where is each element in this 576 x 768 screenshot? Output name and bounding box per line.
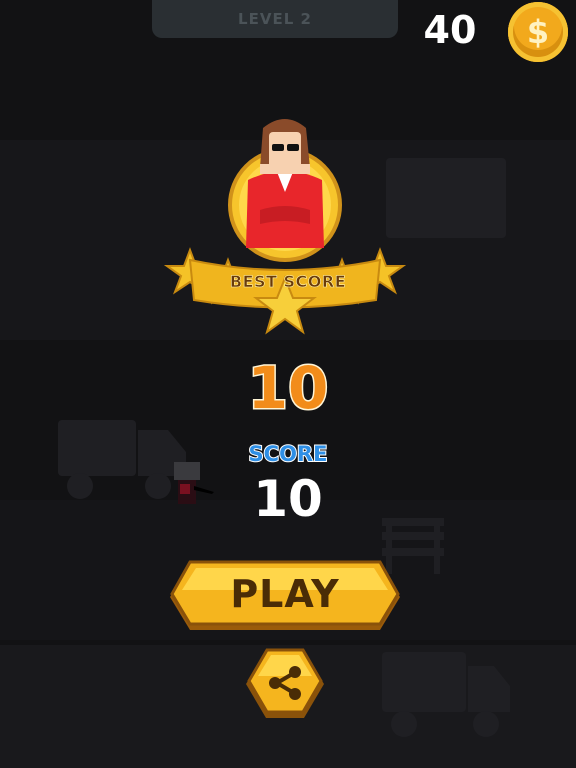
coin-icon: $ bbox=[508, 2, 568, 62]
truck-silhouette bbox=[58, 420, 186, 499]
dollar-symbol: $ bbox=[526, 13, 550, 51]
best-score-label: BEST SCORE bbox=[229, 272, 347, 292]
player-avatar bbox=[246, 119, 324, 248]
share-button[interactable] bbox=[244, 648, 326, 720]
best-score-value: 10 bbox=[246, 354, 330, 422]
best-score-badge bbox=[163, 119, 407, 335]
score-label: SCORE bbox=[248, 441, 329, 467]
coin-count: 40 bbox=[423, 8, 477, 52]
truck-silhouette bbox=[382, 652, 510, 737]
score-value: 10 bbox=[253, 470, 323, 528]
level-indicator: LEVEL 2 bbox=[152, 0, 398, 38]
play-label: PLAY bbox=[230, 572, 340, 616]
play-button[interactable]: PLAY bbox=[168, 560, 402, 634]
share-icon bbox=[246, 648, 324, 718]
